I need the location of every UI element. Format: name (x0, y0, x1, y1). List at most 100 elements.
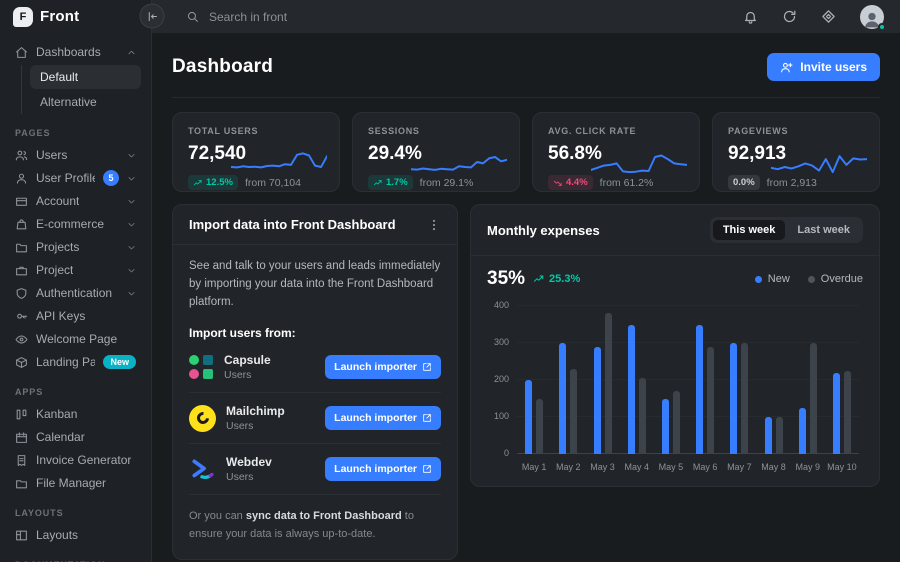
sidebar-item-label: User Profile (36, 171, 95, 185)
stat-card-sessions: SESSIONS29.4%1.7%from 29.1% (352, 112, 520, 192)
nav-section-pages: PAGES (10, 128, 141, 138)
tab-this-week[interactable]: This week (713, 220, 786, 240)
legend-dot-new (755, 276, 762, 283)
sidebar-item-e-commerce[interactable]: E-commerce (10, 213, 141, 235)
bar-new[interactable] (799, 408, 806, 454)
card-icon (15, 195, 28, 208)
stat-change-badge: 4.4% (548, 175, 593, 190)
bar-new[interactable] (594, 347, 601, 454)
home-icon (15, 46, 28, 59)
bar-new[interactable] (662, 399, 669, 455)
launch-importer-button[interactable]: Launch importer (325, 406, 441, 430)
sidebar-item-kanban[interactable]: Kanban (10, 403, 141, 425)
expenses-delta: 25.3% (533, 273, 580, 285)
stat-change-value: 4.4% (566, 177, 588, 188)
import-item-sub: Users (226, 420, 285, 432)
bar-overdue[interactable] (605, 313, 612, 454)
sparkline-chart (591, 140, 687, 182)
bar-new[interactable] (730, 343, 737, 454)
bar-overdue[interactable] (776, 417, 783, 454)
bar-overdue[interactable] (707, 347, 714, 454)
import-list: CapsuleUsersLaunch importerMailchimpUser… (189, 342, 441, 495)
sidebar-item-label: Users (36, 148, 67, 162)
bar-overdue[interactable] (570, 369, 577, 454)
bell-icon[interactable] (743, 9, 758, 24)
calendar-icon (15, 431, 28, 444)
page-header: Dashboard Invite users (172, 47, 880, 98)
sidebar-item-landing-page[interactable]: Landing PageNew (10, 351, 141, 373)
bar-overdue[interactable] (536, 399, 543, 455)
sidebar-item-label: E-commerce (36, 217, 104, 231)
sidebar-item-user-profile[interactable]: User Profile5 (10, 167, 141, 189)
bar-overdue[interactable] (741, 343, 748, 454)
bar-overdue[interactable] (639, 378, 646, 454)
sidebar-item-label: API Keys (36, 309, 85, 323)
sparkline-chart (411, 140, 507, 182)
bar-new[interactable] (696, 325, 703, 455)
avatar[interactable] (860, 5, 884, 29)
bar-new[interactable] (765, 417, 772, 454)
import-card-body: See and talk to your users and leads imm… (173, 245, 457, 559)
refresh-icon[interactable] (782, 9, 797, 24)
external-link-icon (422, 464, 432, 474)
sidebar-item-label: Project (36, 263, 73, 277)
bar-new[interactable] (833, 373, 840, 454)
bar-overdue[interactable] (844, 371, 851, 454)
sidebar-item-projects[interactable]: Projects (10, 236, 141, 258)
stat-change-value: 1.7% (386, 177, 408, 188)
sidebar-item-file-manager[interactable]: File Manager (10, 472, 141, 494)
sidebar-item-dashboards[interactable]: Dashboards (10, 41, 141, 63)
sidebar-item-project[interactable]: Project (10, 259, 141, 281)
chart-y-tick: 300 (487, 337, 509, 347)
search-icon (186, 10, 199, 23)
launch-importer-button[interactable]: Launch importer (325, 457, 441, 481)
collapse-left-icon (146, 10, 158, 22)
bar-overdue[interactable] (810, 343, 817, 454)
chart-plot-area (517, 306, 859, 454)
sidebar-item-api-keys[interactable]: API Keys (10, 305, 141, 327)
legend-item-new: New (755, 273, 790, 285)
dashboards-subnav: Default Alternative (21, 65, 141, 114)
bar-new[interactable] (559, 343, 566, 454)
chart-x-tick: May 9 (791, 462, 825, 472)
sidebar-item-calendar[interactable]: Calendar (10, 426, 141, 448)
legend-label: Overdue (821, 273, 863, 285)
legend-dot-overdue (808, 276, 815, 283)
user-plus-icon (780, 61, 793, 74)
expenses-card-title: Monthly expenses (487, 223, 600, 238)
expenses-delta-value: 25.3% (549, 273, 580, 285)
topbar-actions (743, 5, 884, 29)
sparkline-chart (231, 140, 327, 182)
invite-users-label: Invite users (800, 60, 867, 74)
chevron-up-icon (127, 48, 136, 57)
bar-overdue[interactable] (673, 391, 680, 454)
bar-group-may-6 (688, 306, 722, 454)
launch-importer-label: Launch importer (334, 463, 417, 475)
sidebar-item-account[interactable]: Account (10, 190, 141, 212)
sidebar-item-label: Account (36, 194, 79, 208)
sidebar-item-layouts[interactable]: Layouts (10, 524, 141, 546)
kebab-menu-icon[interactable] (427, 218, 441, 232)
sidebar-item-welcome-page[interactable]: Welcome Page (10, 328, 141, 350)
sidebar-item-users[interactable]: Users (10, 144, 141, 166)
chart-x-tick: May 7 (722, 462, 756, 472)
apps-launcher-icon[interactable] (821, 9, 836, 24)
tab-last-week[interactable]: Last week (787, 220, 860, 240)
sidebar-collapse-button[interactable] (140, 4, 165, 29)
search-input[interactable] (209, 10, 469, 24)
bar-group-may-1 (517, 306, 551, 454)
bar-new[interactable] (525, 380, 532, 454)
sidebar-item-invoice-generator[interactable]: Invoice Generator (10, 449, 141, 471)
launch-importer-button[interactable]: Launch importer (325, 355, 441, 379)
bar-new[interactable] (628, 325, 635, 455)
sync-data-link[interactable]: sync data to Front Dashboard (246, 510, 402, 522)
layout-icon (15, 529, 28, 542)
front-logo-icon: F (13, 7, 33, 27)
brand[interactable]: F Front (10, 0, 141, 33)
chart-x-tick: May 10 (825, 462, 859, 472)
sidebar-item-authentication[interactable]: Authentication (10, 282, 141, 304)
sidebar-item-alternative[interactable]: Alternative (30, 90, 141, 114)
sidebar-item-default[interactable]: Default (30, 65, 141, 89)
sidebar-item-label: Layouts (36, 528, 78, 542)
invite-users-button[interactable]: Invite users (767, 53, 880, 81)
